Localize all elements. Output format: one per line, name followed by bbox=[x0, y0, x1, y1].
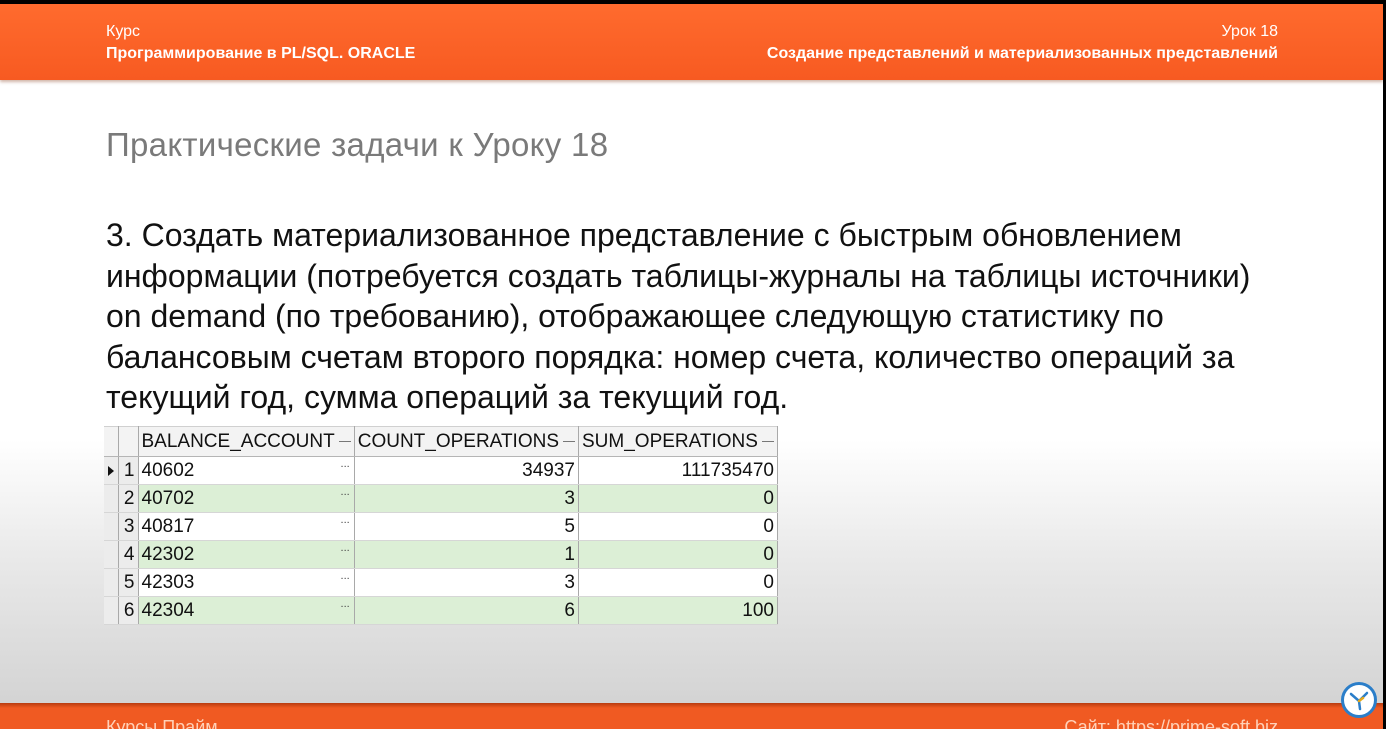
cell-balance-account[interactable]: 40602... bbox=[138, 456, 355, 485]
cell-sum-operations[interactable]: 100 bbox=[578, 596, 778, 625]
cell-balance-account[interactable]: 40817... bbox=[138, 512, 355, 541]
cell-sum-operations[interactable]: 0 bbox=[578, 512, 778, 541]
row-number: 3 bbox=[118, 512, 139, 541]
cell-sum-operations[interactable]: 111735470 bbox=[578, 456, 778, 485]
row-indicator bbox=[104, 596, 119, 625]
column-menu-icon[interactable] bbox=[761, 440, 774, 442]
column-header-sum-operations[interactable]: SUM_OPERATIONS bbox=[578, 426, 778, 457]
course-name: Программирование в PL/SQL. ORACLE bbox=[106, 45, 416, 62]
lesson-name: Создание представлений и материализованн… bbox=[766, 45, 1278, 62]
cell-balance-account[interactable]: 42304... bbox=[138, 596, 355, 625]
cell-ellipsis-button[interactable]: ... bbox=[341, 459, 350, 470]
cell-balance-account[interactable]: 42302... bbox=[138, 540, 355, 569]
indicator-header bbox=[104, 426, 119, 457]
cell-sum-operations[interactable]: 0 bbox=[578, 568, 778, 597]
row-indicator bbox=[104, 540, 119, 569]
table-row[interactable]: 3 40817... 5 0 bbox=[104, 512, 778, 541]
cell-ellipsis-button[interactable]: ... bbox=[341, 543, 350, 554]
result-grid[interactable]: BALANCE_ACCOUNT COUNT_OPERATIONS SUM_OPE… bbox=[104, 426, 778, 625]
slide-title: Практические задачи к Уроку 18 bbox=[106, 126, 609, 163]
task-text: 3. Создать материализованное представлен… bbox=[106, 217, 1251, 415]
cell-ellipsis-button[interactable]: ... bbox=[341, 571, 350, 582]
footer-brand: Курсы Прайм bbox=[106, 717, 218, 729]
course-info: Курс Программирование в PL/SQL. ORACLE bbox=[106, 21, 415, 65]
table-row[interactable]: 5 42303... 3 0 bbox=[104, 568, 778, 597]
cell-count-operations[interactable]: 6 bbox=[354, 596, 580, 625]
row-number: 1 bbox=[118, 456, 139, 485]
cell-count-operations[interactable]: 34937 bbox=[354, 456, 580, 485]
cell-balance-account[interactable]: 42303... bbox=[138, 568, 355, 597]
slide-header: Курс Программирование в PL/SQL. ORACLE У… bbox=[0, 4, 1383, 80]
row-number: 4 bbox=[118, 540, 139, 569]
slide-footer: Курсы Прайм Сайт: https://prime-soft.biz bbox=[0, 703, 1383, 729]
cell-balance-account[interactable]: 40702... bbox=[138, 484, 355, 513]
frame-top bbox=[0, 0, 1386, 4]
row-indicator bbox=[104, 568, 119, 597]
course-label: Курс bbox=[106, 23, 141, 40]
row-number-header bbox=[118, 426, 139, 457]
footer-site: Сайт: https://prime-soft.biz bbox=[1064, 717, 1278, 729]
lesson-info: Урок 18 Создание представлений и материа… bbox=[767, 21, 1278, 65]
slide: Курс Программирование в PL/SQL. ORACLE У… bbox=[0, 0, 1386, 729]
cell-ellipsis-button[interactable]: ... bbox=[341, 599, 350, 610]
column-menu-icon[interactable] bbox=[563, 440, 575, 442]
prime-bird-icon[interactable] bbox=[1341, 682, 1377, 718]
grid-header-row: BALANCE_ACCOUNT COUNT_OPERATIONS SUM_OPE… bbox=[104, 426, 778, 457]
cell-sum-operations[interactable]: 0 bbox=[578, 484, 778, 513]
row-number: 2 bbox=[118, 484, 139, 513]
row-number: 5 bbox=[118, 568, 139, 597]
table-row[interactable]: 2 40702... 3 0 bbox=[104, 484, 778, 513]
lesson-label: Урок 18 bbox=[1221, 23, 1278, 40]
table-row[interactable]: 4 42302... 1 0 bbox=[104, 540, 778, 569]
current-row-arrow-icon bbox=[107, 465, 114, 476]
table-row[interactable]: 6 42304... 6 100 bbox=[104, 596, 778, 625]
cell-ellipsis-button[interactable]: ... bbox=[341, 487, 350, 498]
row-indicator bbox=[104, 512, 119, 541]
cell-count-operations[interactable]: 1 bbox=[354, 540, 580, 569]
cell-sum-operations[interactable]: 0 bbox=[578, 540, 778, 569]
bird-glyph bbox=[1349, 691, 1369, 711]
cell-count-operations[interactable]: 3 bbox=[354, 484, 580, 513]
table-row[interactable]: 1 40602... 34937 111735470 bbox=[104, 456, 778, 485]
current-row-indicator bbox=[104, 456, 119, 485]
column-header-balance-account[interactable]: BALANCE_ACCOUNT bbox=[138, 426, 355, 457]
row-indicator bbox=[104, 484, 119, 513]
cell-count-operations[interactable]: 5 bbox=[354, 512, 580, 541]
cell-count-operations[interactable]: 3 bbox=[354, 568, 580, 597]
row-number: 6 bbox=[118, 596, 139, 625]
cell-ellipsis-button[interactable]: ... bbox=[341, 515, 350, 526]
column-menu-icon[interactable] bbox=[338, 440, 351, 442]
column-header-count-operations[interactable]: COUNT_OPERATIONS bbox=[354, 426, 580, 457]
